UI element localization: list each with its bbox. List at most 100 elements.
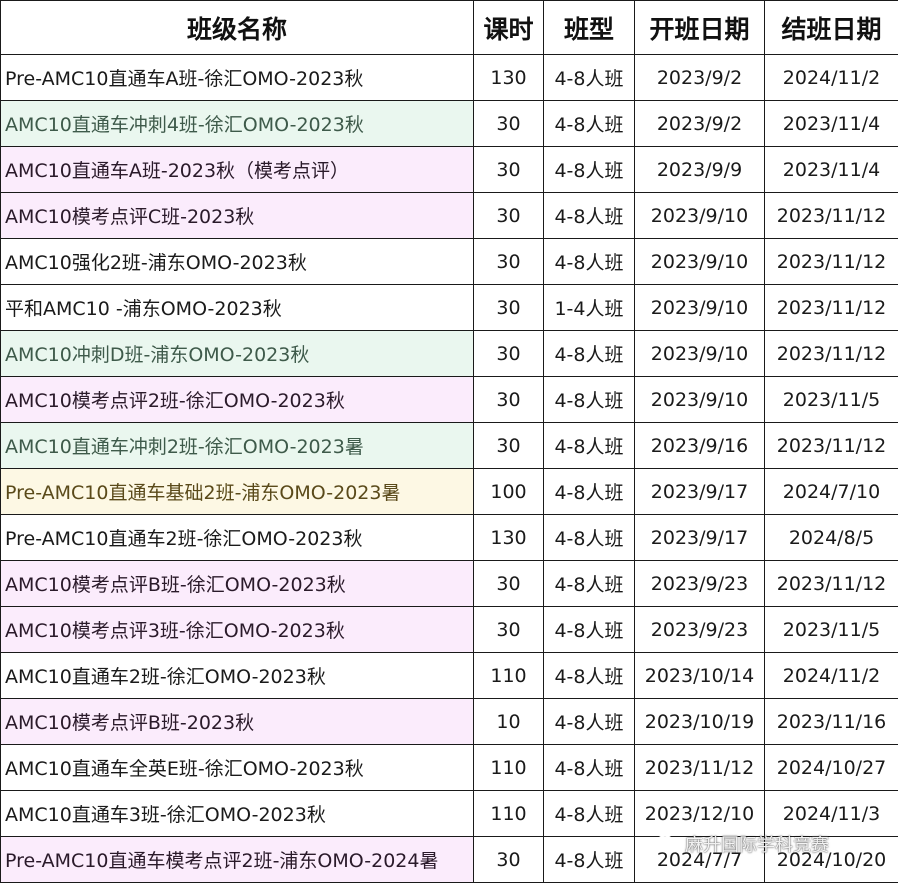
page: 班级名称 课时 班型 开班日期 结班日期 Pre-AMC10直通车A班-徐汇OM…	[0, 0, 898, 882]
cell-class-type: 4-8人班	[544, 469, 635, 515]
cell-end-date: 2023/11/12	[765, 561, 898, 607]
cell-start-date: 2023/12/10	[635, 791, 765, 837]
cell-class-type: 4-8人班	[544, 239, 635, 285]
cell-hours: 110	[474, 791, 544, 837]
cell-end-date: 2024/10/27	[765, 745, 898, 791]
cell-start-date: 2023/9/17	[635, 515, 765, 561]
cell-end-date: 2023/11/16	[765, 699, 898, 745]
cell-hours: 130	[474, 55, 544, 101]
cell-class-name: AMC10直通车2班-徐汇OMO-2023秋	[1, 653, 474, 699]
cell-hours: 30	[474, 147, 544, 193]
cell-class-name: AMC10直通车全英E班-徐汇OMO-2023秋	[1, 745, 474, 791]
cell-class-type: 4-8人班	[544, 561, 635, 607]
cell-end-date: 2024/11/2	[765, 653, 898, 699]
cell-start-date: 2023/9/9	[635, 147, 765, 193]
cell-class-name: AMC10模考点评B班-徐汇OMO-2023秋	[1, 561, 474, 607]
table-row: AMC10直通车冲刺2班-徐汇OMO-2023暑304-8人班2023/9/16…	[1, 423, 898, 469]
cell-end-date: 2023/11/12	[765, 423, 898, 469]
cell-hours: 110	[474, 745, 544, 791]
header-end-date: 结班日期	[765, 1, 898, 55]
cell-class-name: AMC10直通车冲刺4班-徐汇OMO-2023秋	[1, 101, 474, 147]
cell-class-name: Pre-AMC10直通车A班-徐汇OMO-2023秋	[1, 55, 474, 101]
cell-class-type: 4-8人班	[544, 377, 635, 423]
cell-class-type: 4-8人班	[544, 331, 635, 377]
table-row: 平和AMC10 -浦东OMO-2023秋301-4人班2023/9/102023…	[1, 285, 898, 331]
cell-end-date: 2024/8/5	[765, 515, 898, 561]
cell-class-name: Pre-AMC10直通车2班-徐汇OMO-2023秋	[1, 515, 474, 561]
cell-start-date: 2023/11/12	[635, 745, 765, 791]
table-row: AMC10冲刺D班-浦东OMO-2023秋304-8人班2023/9/10202…	[1, 331, 898, 377]
cell-start-date: 2023/9/23	[635, 607, 765, 653]
table-row: AMC10模考点评3班-徐汇OMO-2023秋304-8人班2023/9/232…	[1, 607, 898, 653]
cell-hours: 30	[474, 331, 544, 377]
cell-class-type: 1-4人班	[544, 285, 635, 331]
cell-class-name: AMC10直通车A班-2023秋（模考点评）	[1, 147, 474, 193]
table-row: AMC10强化2班-浦东OMO-2023秋304-8人班2023/9/10202…	[1, 239, 898, 285]
cell-class-type: 4-8人班	[544, 55, 635, 101]
table-row: AMC10直通车全英E班-徐汇OMO-2023秋1104-8人班2023/11/…	[1, 745, 898, 791]
cell-start-date: 2023/9/17	[635, 469, 765, 515]
cell-hours: 30	[474, 561, 544, 607]
cell-hours: 30	[474, 837, 544, 883]
cell-start-date: 2023/9/10	[635, 377, 765, 423]
cell-class-type: 4-8人班	[544, 745, 635, 791]
cell-start-date: 2023/9/2	[635, 101, 765, 147]
cell-class-name: AMC10模考点评B班-2023秋	[1, 699, 474, 745]
cell-class-type: 4-8人班	[544, 101, 635, 147]
cell-start-date: 2023/9/10	[635, 285, 765, 331]
cell-hours: 10	[474, 699, 544, 745]
cell-hours: 30	[474, 193, 544, 239]
cell-end-date: 2023/11/4	[765, 147, 898, 193]
cell-hours: 110	[474, 653, 544, 699]
header-class-type: 班型	[544, 1, 635, 55]
table-row: AMC10模考点评B班-2023秋104-8人班2023/10/192023/1…	[1, 699, 898, 745]
table-row: Pre-AMC10直通车基础2班-浦东OMO-2023暑1004-8人班2023…	[1, 469, 898, 515]
cell-hours: 30	[474, 239, 544, 285]
cell-start-date: 2024/7/7	[635, 837, 765, 883]
cell-start-date: 2023/9/10	[635, 239, 765, 285]
cell-class-name: AMC10模考点评3班-徐汇OMO-2023秋	[1, 607, 474, 653]
cell-class-type: 4-8人班	[544, 653, 635, 699]
cell-end-date: 2023/11/12	[765, 239, 898, 285]
cell-end-date: 2023/11/4	[765, 101, 898, 147]
cell-class-name: 平和AMC10 -浦东OMO-2023秋	[1, 285, 474, 331]
header-class-name: 班级名称	[1, 1, 474, 55]
cell-class-name: AMC10直通车冲刺2班-徐汇OMO-2023暑	[1, 423, 474, 469]
table-row: AMC10直通车3班-徐汇OMO-2023秋1104-8人班2023/12/10…	[1, 791, 898, 837]
cell-end-date: 2023/11/12	[765, 285, 898, 331]
table-row: Pre-AMC10直通车2班-徐汇OMO-2023秋1304-8人班2023/9…	[1, 515, 898, 561]
cell-hours: 30	[474, 607, 544, 653]
cell-class-type: 4-8人班	[544, 699, 635, 745]
cell-class-type: 4-8人班	[544, 147, 635, 193]
cell-class-name: AMC10模考点评C班-2023秋	[1, 193, 474, 239]
cell-hours: 30	[474, 285, 544, 331]
cell-start-date: 2023/9/2	[635, 55, 765, 101]
cell-start-date: 2023/9/16	[635, 423, 765, 469]
cell-class-type: 4-8人班	[544, 423, 635, 469]
header-start-date: 开班日期	[635, 1, 765, 55]
cell-class-type: 4-8人班	[544, 791, 635, 837]
cell-hours: 100	[474, 469, 544, 515]
cell-class-name: AMC10强化2班-浦东OMO-2023秋	[1, 239, 474, 285]
cell-end-date: 2024/10/20	[765, 837, 898, 883]
cell-end-date: 2024/11/2	[765, 55, 898, 101]
cell-hours: 130	[474, 515, 544, 561]
cell-class-type: 4-8人班	[544, 837, 635, 883]
cell-class-name: AMC10冲刺D班-浦东OMO-2023秋	[1, 331, 474, 377]
cell-end-date: 2024/11/3	[765, 791, 898, 837]
table-body: Pre-AMC10直通车A班-徐汇OMO-2023秋1304-8人班2023/9…	[1, 55, 898, 883]
table-row: AMC10模考点评2班-徐汇OMO-2023秋304-8人班2023/9/102…	[1, 377, 898, 423]
cell-class-name: AMC10模考点评2班-徐汇OMO-2023秋	[1, 377, 474, 423]
cell-class-name: AMC10直通车3班-徐汇OMO-2023秋	[1, 791, 474, 837]
cell-hours: 30	[474, 377, 544, 423]
table-row: AMC10模考点评C班-2023秋304-8人班2023/9/102023/11…	[1, 193, 898, 239]
table-row: Pre-AMC10直通车模考点评2班-浦东OMO-2024暑304-8人班202…	[1, 837, 898, 883]
cell-start-date: 2023/10/19	[635, 699, 765, 745]
table-row: AMC10模考点评B班-徐汇OMO-2023秋304-8人班2023/9/232…	[1, 561, 898, 607]
cell-start-date: 2023/10/14	[635, 653, 765, 699]
header-row: 班级名称 课时 班型 开班日期 结班日期	[1, 1, 898, 55]
cell-end-date: 2023/11/5	[765, 377, 898, 423]
cell-class-name: Pre-AMC10直通车模考点评2班-浦东OMO-2024暑	[1, 837, 474, 883]
cell-start-date: 2023/9/10	[635, 331, 765, 377]
cell-start-date: 2023/9/23	[635, 561, 765, 607]
